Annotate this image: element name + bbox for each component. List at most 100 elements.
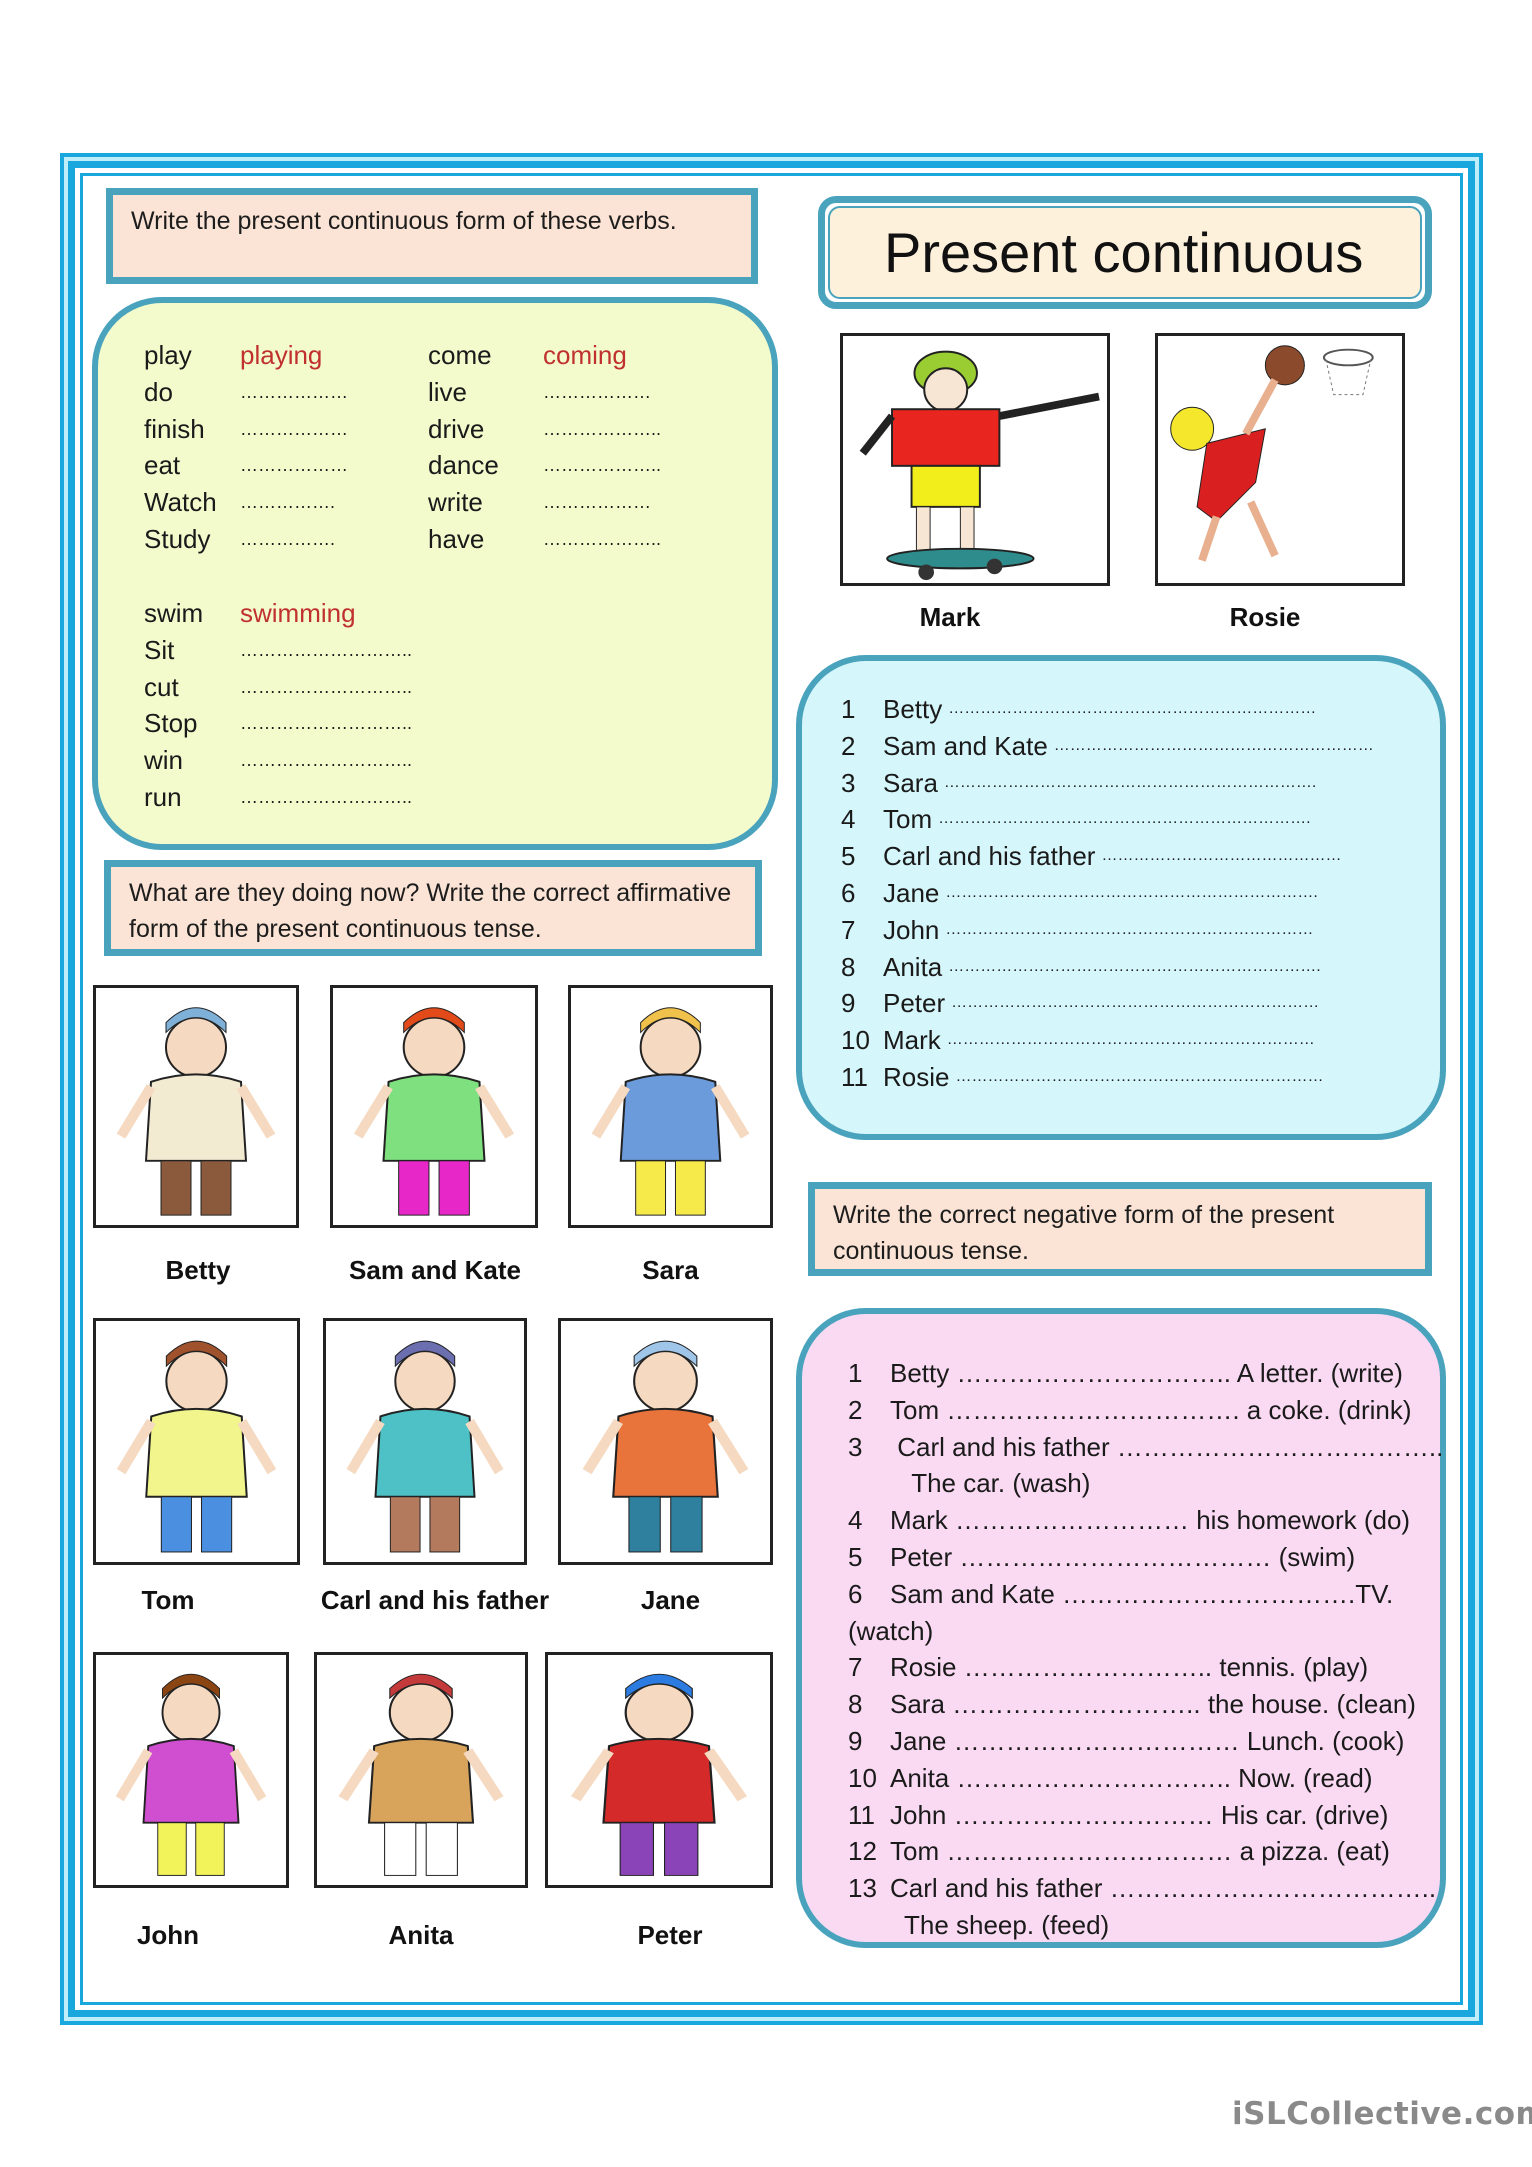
negative-item-row: 12 Tom …………………………… a pizza. (eat)	[848, 1833, 1443, 1870]
verb-example-answer: swimming	[240, 598, 356, 628]
title-box: Present continuous	[818, 196, 1432, 309]
page-title: Present continuous	[884, 221, 1364, 284]
affirmative-answer-row: 9 Peter……………………………………………………………	[841, 985, 1459, 1022]
negative-item-text[interactable]: Betty ………………………….. A letter. (write)	[890, 1355, 1403, 1392]
picture-betty	[93, 985, 299, 1228]
verb-answer-blank[interactable]: …………….	[240, 521, 335, 557]
negative-item-text[interactable]: Anita ………………………….. Now. (read)	[890, 1760, 1373, 1797]
answer-blank[interactable]: ……………………………………………………………	[945, 912, 1453, 949]
negative-item-row: The sheep. (feed)	[848, 1907, 1443, 1944]
negative-item-text[interactable]: Tom …………………………… a pizza. (eat)	[890, 1833, 1390, 1870]
caption-carl-and-his-father: Carl and his father	[320, 1585, 550, 1615]
verb-base: finish	[144, 413, 205, 444]
negative-item-text[interactable]: Peter ……………………………… (swim)	[890, 1539, 1355, 1576]
negative-item-text[interactable]: Carl and his father ………………………………..	[890, 1429, 1443, 1466]
item-number: 1	[848, 1358, 863, 1388]
verb-answer-blank[interactable]: ………………………..	[240, 632, 412, 668]
answer-blank[interactable]: …………………………………………………………….	[938, 801, 1459, 838]
affirmative-answer-row: 7 John……………………………………………………………	[841, 912, 1459, 949]
item-number: 7	[848, 1652, 863, 1683]
answer-blank[interactable]: ………………………………………	[1101, 838, 1414, 875]
verb-answer-blank[interactable]: ………………..	[543, 411, 661, 447]
instruction-verbs-text: Write the present continuous form of the…	[131, 207, 677, 235]
verb-answer-blank[interactable]: …………….	[240, 484, 335, 520]
verb-base: cut	[144, 671, 179, 702]
verb-row: Study …………….	[144, 521, 335, 557]
answer-blank[interactable]: …………………………………………………………….	[945, 875, 1453, 912]
item-number: 11	[841, 1061, 868, 1092]
answer-blank[interactable]: …………………………………………………………….	[944, 765, 1452, 802]
instruction-negative-text: Write the correct negative form of the p…	[833, 1201, 1335, 1265]
picture-peter	[545, 1652, 773, 1888]
negative-item-text[interactable]: Rosie ……………………….. tennis. (play)	[890, 1649, 1368, 1686]
verb-row: finish ………………	[144, 411, 348, 447]
negative-item-text[interactable]: Sara ……………………….. the house. (clean)	[890, 1686, 1416, 1723]
negative-item-text[interactable]: Sam and Kate …………………………….TV.	[890, 1576, 1393, 1613]
affirmative-answer-row: 1 Betty……………………………………………………………	[841, 691, 1459, 728]
subject-name: Sara	[883, 767, 938, 798]
negative-item-text[interactable]: Jane …………………………… Lunch. (cook)	[890, 1723, 1404, 1760]
item-number: 6	[848, 1578, 863, 1609]
affirmative-answers-list: 1 Betty…………………………………………………………… 2 Sam and Ka…	[841, 691, 1459, 1096]
verb-base: run	[144, 782, 182, 812]
subject-name: Tom	[883, 804, 933, 835]
subject-name: Jane	[883, 877, 940, 908]
affirmative-answer-row: 5 Carl and his father………………………………………	[841, 838, 1459, 875]
item-number: 4	[848, 1505, 863, 1536]
item-number: 10	[848, 1762, 877, 1793]
item-number: 4	[841, 804, 856, 835]
verb-answer-blank[interactable]: ………………	[543, 374, 651, 410]
negative-item-text[interactable]: Carl and his father ………………………………..	[890, 1870, 1436, 1907]
picture-carl-and-his-father	[323, 1318, 527, 1565]
negative-item-text[interactable]: Mark ……………………… his homework (do)	[890, 1502, 1410, 1539]
verb-base: swim	[144, 598, 204, 628]
negative-item-text[interactable]: The car. (wash)	[890, 1465, 1090, 1502]
verb-answer-blank[interactable]: ………………	[240, 411, 348, 447]
girl-playing-basketball-icon	[1170, 345, 1374, 562]
verb-answer-blank[interactable]: ………………………..	[240, 742, 412, 778]
subject-name: Carl and his father	[883, 841, 1096, 872]
verb-base: Watch	[144, 487, 217, 518]
answer-blank[interactable]: …………………………………………………………….	[948, 949, 1443, 986]
negative-item-row: 11 John ………………………… His car. (drive)	[848, 1797, 1443, 1834]
caption-sara: Sara	[642, 1255, 699, 1285]
verb-answer-blank[interactable]: ………………	[543, 484, 651, 520]
answer-blank[interactable]: ……………………………………………………………	[947, 1022, 1455, 1059]
verb-row: live ………………	[428, 374, 651, 410]
verb-row: Sit ………………………..	[144, 632, 412, 668]
verb-answer-blank[interactable]: ………………	[240, 374, 348, 410]
verb-answer-blank[interactable]: ………………………..	[240, 705, 412, 741]
negative-item-text[interactable]: (watch)	[848, 1613, 933, 1650]
verb-base: live	[428, 376, 468, 407]
affirmative-answer-row: 4 Tom…………………………………………………………….	[841, 801, 1459, 838]
verb-row: have ………………..	[428, 521, 661, 557]
item-number: 13	[848, 1873, 877, 1904]
negative-item-row: 10 Anita ………………………….. Now. (read)	[848, 1760, 1443, 1797]
verb-answer-blank[interactable]: ………………………..	[240, 779, 412, 815]
answer-blank[interactable]: ……………………………………………………	[1054, 728, 1458, 765]
boy-riding-bike-icon	[570, 1673, 748, 1876]
item-number: 9	[841, 988, 856, 1019]
item-number: 11	[848, 1799, 875, 1830]
subject-name: Betty	[883, 694, 943, 724]
item-number: 2	[848, 1394, 863, 1425]
negative-item-row: 5 Peter ……………………………… (swim)	[848, 1539, 1443, 1576]
negative-item-text[interactable]: Tom ……………………………. a coke. (drink)	[890, 1392, 1412, 1429]
caption-mark: Mark	[919, 602, 981, 632]
answer-blank[interactable]: ……………………………………………………………	[951, 985, 1446, 1022]
caption-sam-and-kate: Sam and Kate	[349, 1255, 521, 1285]
verb-answer-blank[interactable]: ………………..	[543, 521, 661, 557]
negative-item-text[interactable]: John ………………………… His car. (drive)	[890, 1797, 1388, 1834]
verb-row: write ………………	[428, 484, 651, 520]
verb-row: do ………………	[144, 374, 348, 410]
negative-item-row: 9 Jane …………………………… Lunch. (cook)	[848, 1723, 1443, 1760]
verb-base: do	[144, 376, 173, 407]
verb-answer-blank[interactable]: ………………..	[543, 447, 661, 483]
answer-blank[interactable]: ……………………………………………………………	[948, 691, 1443, 728]
answer-blank[interactable]: ……………………………………………………………	[955, 1059, 1450, 1096]
verb-base: play	[144, 340, 192, 370]
negative-item-text[interactable]: The sheep. (feed)	[890, 1907, 1109, 1944]
verb-answer-blank[interactable]: ………………………..	[240, 669, 412, 705]
woman-reading-newspaper-icon	[116, 1007, 276, 1216]
verb-answer-blank[interactable]: ………………	[240, 447, 348, 483]
